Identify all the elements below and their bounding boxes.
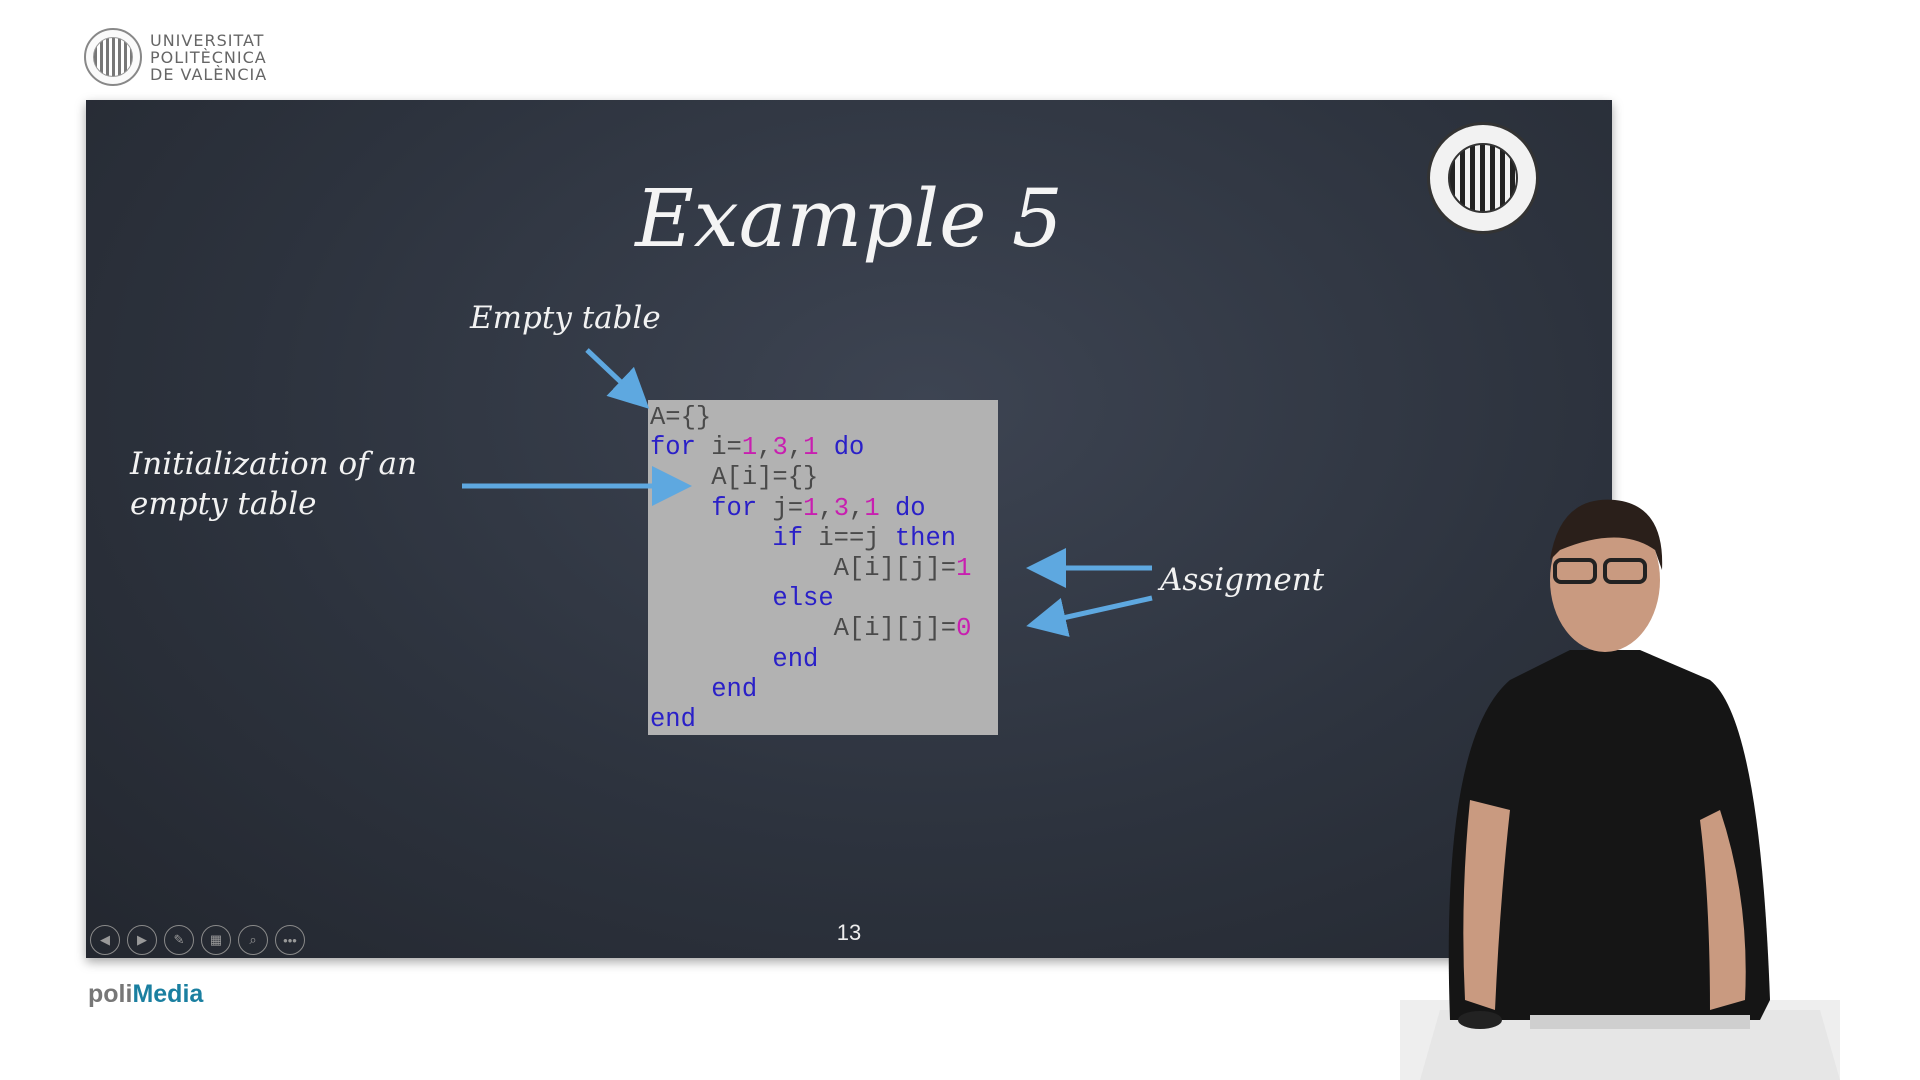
page-number: 13	[836, 920, 862, 945]
brand-poli: poli	[88, 980, 133, 1008]
upv-logo: UNIVERSITAT POLITÈCNICA DE VALÈNCIA	[84, 28, 267, 86]
logo-line: UNIVERSITAT	[150, 30, 265, 50]
polimedia-logo: poliMedia	[88, 980, 203, 1009]
logo-line: DE VALÈNCIA	[150, 64, 268, 84]
arrows	[462, 348, 1153, 637]
logo-line: POLITÈCNICA	[150, 47, 267, 67]
presenter-video	[1400, 499, 1840, 1080]
slide: Example 5 Empty table Initialization of …	[86, 100, 1612, 958]
brand-media: Media	[132, 980, 204, 1008]
arrow-empty-table	[585, 348, 650, 409]
upv-seal-icon	[84, 28, 142, 86]
arrow-assignment-2	[1026, 595, 1153, 637]
